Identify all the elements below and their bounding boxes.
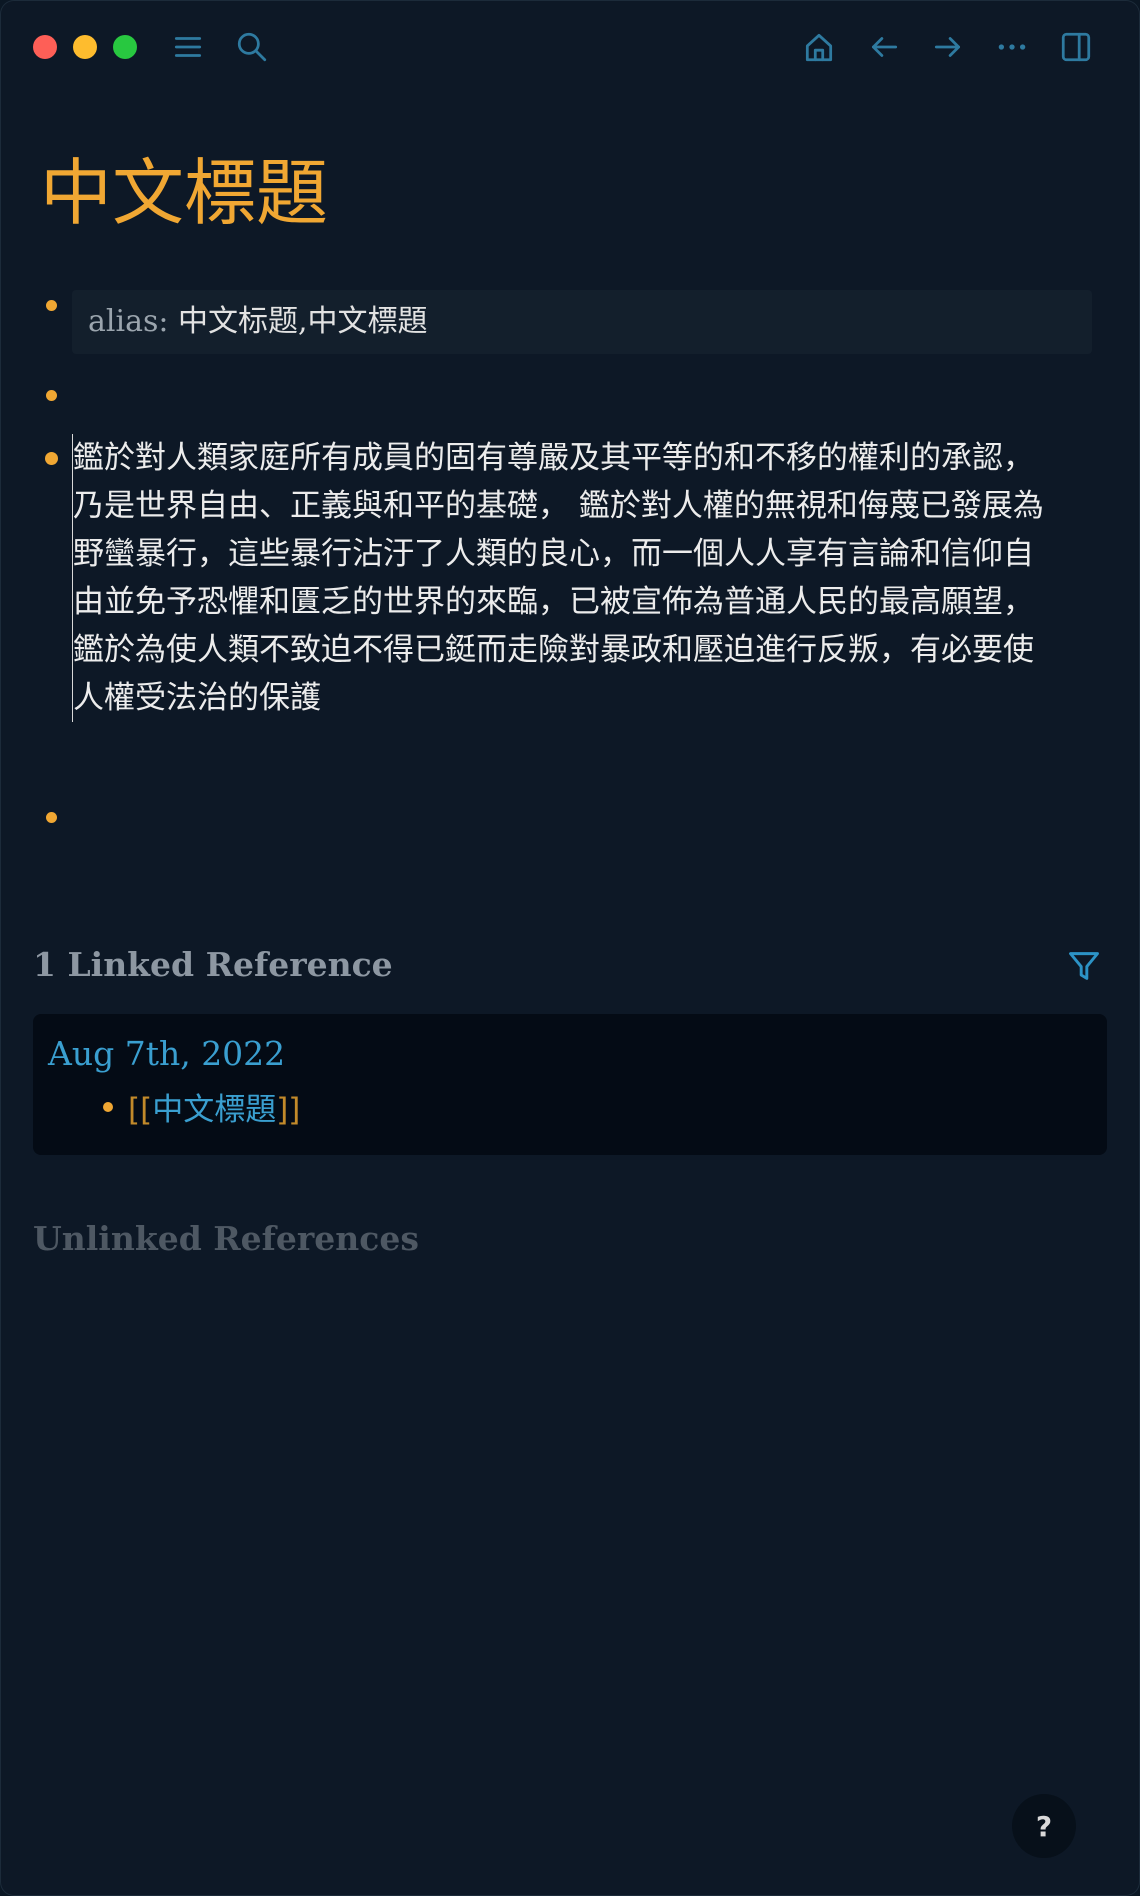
property-value: 中文标题,中文標題: [168, 304, 428, 339]
minimize-window-button[interactable]: [73, 35, 97, 59]
block-bullet[interactable]: [45, 452, 58, 465]
property-key: alias:: [88, 304, 169, 339]
open-bracket: [[: [128, 1092, 153, 1128]
reference-page-link[interactable]: [[中文標題]]: [128, 1084, 300, 1129]
app-window: 中文標題 alias: 中文标题,中文標題 鑑於對人類家庭所有成員的固有尊嚴及其…: [0, 0, 1140, 1896]
block-bullet[interactable]: [46, 812, 57, 823]
back-arrow-icon[interactable]: [864, 27, 904, 67]
alias-property-block[interactable]: alias: 中文标题,中文標題: [72, 290, 1092, 354]
menu-icon[interactable]: [168, 27, 208, 67]
reference-block-bullet[interactable]: [103, 1102, 113, 1112]
filter-icon[interactable]: [1066, 948, 1102, 984]
block-bullet[interactable]: [46, 300, 57, 311]
home-icon[interactable]: [799, 27, 839, 67]
top-bar: [0, 0, 1140, 95]
linked-references-header[interactable]: 1 Linked Reference: [33, 945, 393, 984]
page-title[interactable]: 中文標題: [40, 148, 328, 238]
reference-link-text[interactable]: 中文標題: [152, 1092, 276, 1128]
close-window-button[interactable]: [33, 35, 57, 59]
linked-reference-card: Aug 7th, 2022 [[中文標題]]: [33, 1014, 1107, 1155]
forward-arrow-icon[interactable]: [928, 27, 968, 67]
help-button[interactable]: ?: [1012, 1794, 1076, 1858]
more-icon[interactable]: [992, 27, 1032, 67]
editing-block[interactable]: 鑑於對人類家庭所有成員的固有尊嚴及其平等的和不移的權利的承認， 乃是世界自由、正…: [72, 434, 1083, 722]
close-bracket: ]]: [276, 1092, 301, 1128]
search-icon[interactable]: [232, 27, 272, 67]
reference-date-link[interactable]: Aug 7th, 2022: [48, 1034, 285, 1073]
maximize-window-button[interactable]: [113, 35, 137, 59]
unlinked-references-header[interactable]: Unlinked References: [33, 1219, 419, 1258]
sidebar-toggle-icon[interactable]: [1056, 27, 1096, 67]
block-bullet[interactable]: [46, 390, 57, 401]
